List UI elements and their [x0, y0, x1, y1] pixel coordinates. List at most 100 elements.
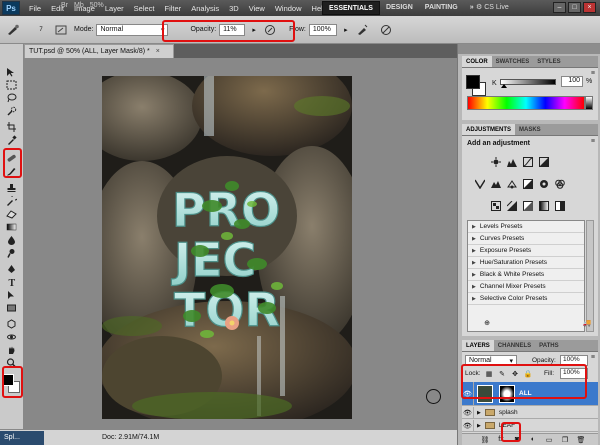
tab-styles[interactable]: STYLES: [533, 56, 564, 67]
brightness-contrast-icon[interactable]: [490, 156, 501, 167]
lasso-tool-icon[interactable]: [5, 92, 18, 103]
selective-color-icon[interactable]: [554, 200, 565, 211]
workspace-design[interactable]: DESIGN: [380, 1, 419, 15]
eraser-tool-icon[interactable]: [5, 208, 18, 219]
levels-icon[interactable]: [506, 156, 517, 167]
workspace-essentials[interactable]: ESSENTIALS: [322, 1, 380, 15]
menu-window[interactable]: Window: [270, 4, 307, 13]
panel-dock-header[interactable]: [458, 44, 600, 54]
panel-menu-icon[interactable]: ≡: [591, 138, 595, 145]
flow-input[interactable]: 100%: [308, 23, 337, 36]
menu-view[interactable]: View: [244, 4, 270, 13]
preset-curves[interactable]: ▶ Curves Presets: [468, 233, 584, 245]
preset-levels[interactable]: ▶ Levels Presets: [468, 221, 584, 233]
blur-tool-icon[interactable]: [5, 234, 18, 245]
preset-black-white[interactable]: ▶ Black & White Presets: [468, 269, 584, 281]
pressure-size-icon[interactable]: [379, 23, 393, 37]
tab-paths[interactable]: PATHS: [535, 340, 562, 351]
mode-select[interactable]: Normal ▾: [96, 23, 169, 36]
black-white-icon[interactable]: [522, 178, 533, 189]
dodge-tool-icon[interactable]: [5, 247, 18, 258]
preset-channel-mixer[interactable]: ▶ Channel Mixer Presets: [468, 281, 584, 293]
curves-icon[interactable]: [522, 156, 533, 167]
marquee-tool-icon[interactable]: [5, 79, 18, 90]
workspace-painting[interactable]: PAINTING: [419, 1, 464, 15]
3d-rotate-tool-icon[interactable]: [5, 318, 18, 329]
history-brush-tool-icon[interactable]: [5, 195, 18, 206]
invert-icon[interactable]: [490, 200, 501, 211]
zoom-level[interactable]: 50%: [90, 2, 104, 9]
k-channel-slider[interactable]: [500, 79, 556, 88]
menu-3d[interactable]: 3D: [224, 4, 244, 13]
menu-file[interactable]: File: [24, 4, 46, 13]
brush-tool-preset-icon[interactable]: [6, 23, 20, 37]
3d-orbit-tool-icon[interactable]: [5, 331, 18, 342]
menu-select[interactable]: Select: [129, 4, 160, 13]
close-tab-icon[interactable]: ×: [156, 48, 160, 55]
clip-to-layer-icon[interactable]: ⊕: [482, 318, 492, 327]
channel-mixer-icon[interactable]: [554, 178, 565, 189]
path-selection-tool-icon[interactable]: [5, 289, 18, 300]
new-layer-icon[interactable]: ❐: [560, 435, 570, 444]
eyedropper-tool-icon[interactable]: [5, 134, 18, 145]
brush-panel-toggle-icon[interactable]: [54, 23, 68, 37]
mini-bridge-icon[interactable]: Mb: [74, 2, 84, 9]
threshold-icon[interactable]: [522, 200, 533, 211]
gradient-tool-icon[interactable]: [5, 221, 18, 232]
hue-saturation-icon[interactable]: [490, 178, 501, 189]
tab-masks[interactable]: MASKS: [515, 124, 545, 135]
crop-tool-icon[interactable]: [5, 121, 18, 132]
menu-filter[interactable]: Filter: [160, 4, 187, 13]
color-spectrum-bar[interactable]: [467, 96, 585, 110]
k-channel-input[interactable]: 100: [561, 76, 583, 87]
close-icon[interactable]: ×: [583, 2, 596, 13]
tab-layers[interactable]: LAYERS: [462, 340, 494, 351]
preset-hue-saturation[interactable]: ▶ Hue/Saturation Presets: [468, 257, 584, 269]
posterize-icon[interactable]: [506, 200, 517, 211]
visibility-eye-icon[interactable]: 👁: [462, 420, 474, 431]
bridge-icon[interactable]: Br: [61, 2, 68, 9]
type-tool-icon[interactable]: T: [5, 276, 18, 287]
cs-live-button[interactable]: ⚙ CS Live: [476, 3, 509, 11]
taskbar-item[interactable]: Spl...: [0, 430, 44, 445]
brush-picker[interactable]: 7: [34, 23, 48, 37]
rectangle-tool-icon[interactable]: [5, 302, 18, 313]
expand-triangle-icon[interactable]: ▶: [477, 410, 481, 416]
gradient-map-icon[interactable]: [538, 200, 549, 211]
adjustment-options-icon[interactable]: 🚚: [582, 318, 592, 327]
new-adjustment-layer-icon[interactable]: ◐: [528, 435, 538, 444]
hand-tool-icon[interactable]: [5, 344, 18, 355]
layer-row-leaf[interactable]: 👁 ▶ LEAF: [462, 420, 598, 432]
tab-adjustments[interactable]: ADJUSTMENTS: [462, 124, 516, 135]
flow-slider-chevron-icon[interactable]: ▸: [339, 23, 353, 37]
document-tab[interactable]: TUT.psd @ 50% (ALL, Layer Mask/8) * ×: [24, 44, 174, 58]
panel-menu-icon[interactable]: ≡: [591, 70, 595, 77]
layer-row-splash[interactable]: 👁 ▶ splash: [462, 407, 598, 419]
pen-tool-icon[interactable]: [5, 263, 18, 274]
expand-triangle-icon[interactable]: ▶: [477, 423, 481, 429]
visibility-eye-icon[interactable]: 👁: [462, 407, 474, 418]
color-balance-icon[interactable]: [506, 178, 517, 189]
document-size-info[interactable]: Doc: 2.91M/74.1M: [102, 434, 159, 441]
panel-menu-icon[interactable]: ≡: [591, 354, 595, 361]
delete-layer-icon[interactable]: 🗑: [576, 435, 586, 444]
minimize-icon[interactable]: –: [553, 2, 566, 13]
artwork-canvas[interactable]: PRO JEC TOR: [102, 76, 352, 419]
exposure-icon[interactable]: [538, 156, 549, 167]
menu-analysis[interactable]: Analysis: [186, 4, 224, 13]
k-slider-thumb[interactable]: [501, 84, 507, 88]
preset-selective-color[interactable]: ▶ Selective Color Presets: [468, 293, 584, 305]
vibrance-icon[interactable]: [474, 178, 485, 189]
color-panel-foreground-swatch[interactable]: [466, 75, 480, 89]
link-layers-icon[interactable]: ⛓: [480, 435, 490, 444]
grayscale-ramp[interactable]: [585, 96, 593, 110]
presets-scrollbar[interactable]: [586, 220, 594, 332]
new-group-icon[interactable]: ▭: [544, 435, 554, 444]
tab-channels[interactable]: CHANNELS: [494, 340, 535, 351]
preset-exposure[interactable]: ▶ Exposure Presets: [468, 245, 584, 257]
airbrush-icon[interactable]: [355, 23, 369, 37]
move-tool-icon[interactable]: [5, 66, 18, 77]
quick-selection-tool-icon[interactable]: [5, 105, 18, 116]
tab-swatches[interactable]: SWATCHES: [492, 56, 534, 67]
maximize-icon[interactable]: □: [568, 2, 581, 13]
